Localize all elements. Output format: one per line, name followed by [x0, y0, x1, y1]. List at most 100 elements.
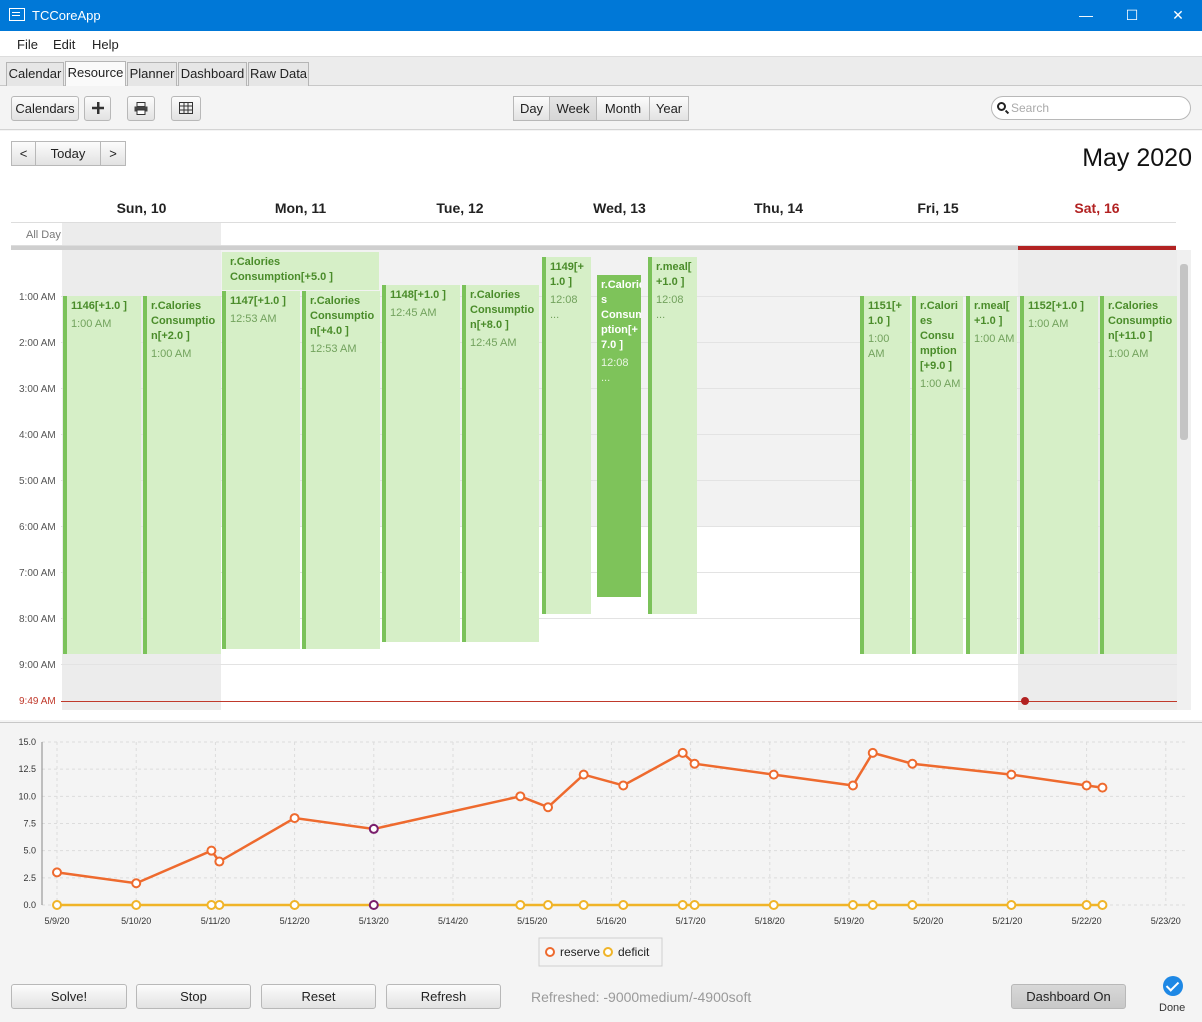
reserve-point	[907, 758, 918, 769]
hour-label: 2:00 AM	[19, 338, 56, 349]
event-time: 1:00 AM	[868, 333, 890, 360]
calendar-event[interactable]: 1147[+1.0 ] 12:53 AM	[222, 291, 300, 649]
search-placeholder: Search	[1011, 101, 1050, 115]
view-week-button[interactable]: Week	[549, 96, 597, 121]
current-time-dot	[1021, 697, 1029, 705]
view-day-button[interactable]: Day	[513, 96, 550, 121]
calendar-event[interactable]: 1148[+1.0 ] 12:45 AM	[382, 285, 460, 642]
event-time: 12:08 ...	[656, 294, 684, 321]
all-day-shade	[62, 223, 221, 245]
x-tick-label: 5/9/20	[44, 916, 69, 926]
tab-dashboard[interactable]: Dashboard	[178, 62, 247, 86]
refresh-button[interactable]: Refresh	[386, 984, 501, 1009]
event-time: 12:45 AM	[390, 307, 437, 319]
tab-planner[interactable]: Planner	[127, 62, 177, 86]
reserve-point	[847, 780, 858, 791]
today-button[interactable]: Today	[35, 141, 101, 166]
event-time: 12:45 AM	[470, 337, 517, 349]
y-tick-label: 2.5	[23, 873, 36, 883]
day-header-mon[interactable]: Mon, 11	[221, 200, 380, 216]
event-title: r.Calories Consumptio n[+8.0 ]	[470, 289, 535, 331]
day-header-fri[interactable]: Fri, 15	[858, 200, 1018, 216]
x-axis-ticks: 5/9/20 5/10/20 5/11/20 5/12/20 5/13/20 5/14/2…	[44, 916, 1180, 926]
next-button[interactable]: >	[100, 141, 126, 166]
hour-label: 7:00 AM	[19, 568, 56, 579]
calendar-scrollbar[interactable]	[1177, 250, 1191, 710]
reserve-point	[677, 747, 688, 758]
menu-help[interactable]: Help	[92, 37, 119, 52]
deficit-point	[515, 900, 526, 910]
menu-bar: File Edit Help	[0, 31, 1202, 57]
window-title: TCCoreApp	[32, 8, 101, 23]
menu-file[interactable]: File	[17, 37, 38, 52]
hour-line	[61, 664, 1177, 665]
solve-button[interactable]: Solve!	[11, 984, 127, 1009]
maximize-button[interactable]: ☐	[1109, 0, 1155, 31]
deficit-point	[847, 900, 858, 910]
dashboard-toggle[interactable]: Dashboard On	[1011, 984, 1126, 1009]
deficit-point	[907, 900, 918, 910]
reserve-point	[1081, 780, 1092, 791]
table-icon	[179, 102, 193, 114]
y-axis-ticks: 0.0 2.5 5.0 7.5 10.0 12.5 15.0	[18, 737, 36, 910]
y-tick-label: 5.0	[23, 846, 36, 856]
calendar-event[interactable]: 1149[+ 1.0 ] 12:08 ...	[542, 257, 591, 614]
calendar-event[interactable]: 1152[+1.0 ] 1:00 AM	[1020, 296, 1098, 654]
prev-button[interactable]: <	[11, 141, 36, 166]
calendar-event[interactable]: r.Calories Consumptio n[+8.0 ] 12:45 AM	[462, 285, 539, 642]
event-title: 1148[+1.0 ]	[390, 289, 446, 301]
calendar-event[interactable]: r.meal[ +1.0 ] 12:08 ...	[648, 257, 697, 614]
done-label: Done	[1159, 1002, 1186, 1014]
deficit-point	[543, 900, 554, 910]
table-view-button[interactable]	[171, 96, 201, 121]
print-button[interactable]	[127, 96, 155, 121]
scrollbar-thumb[interactable]	[1180, 264, 1188, 440]
search-field[interactable]: Search	[991, 96, 1191, 120]
menu-edit[interactable]: Edit	[53, 37, 75, 52]
reset-button[interactable]: Reset	[261, 984, 376, 1009]
hour-label: 6:00 AM	[19, 522, 56, 533]
reserve-point	[131, 878, 142, 889]
calendar-event[interactable]: r.Calories Consumptio n[+11.0 ] 1:00 AM	[1100, 296, 1177, 654]
deficit-point	[131, 900, 142, 910]
day-header-tue[interactable]: Tue, 12	[380, 200, 540, 216]
calendar-event-selected[interactable]: r.Calorie s Consum ption[+ 7.0 ] 12:08 ..…	[597, 275, 641, 597]
event-title: 1151[+ 1.0 ]	[868, 300, 902, 327]
day-header-sun[interactable]: Sun, 10	[62, 200, 221, 216]
tab-calendar[interactable]: Calendar	[6, 62, 64, 86]
minimize-button[interactable]: —	[1063, 0, 1109, 31]
x-tick-label: 5/21/20	[992, 916, 1022, 926]
day-header-wed[interactable]: Wed, 13	[540, 200, 699, 216]
close-button[interactable]: ✕	[1155, 0, 1201, 31]
x-tick-label: 5/20/20	[913, 916, 943, 926]
deficit-point	[689, 900, 700, 910]
legend-reserve-label: reserve	[560, 945, 600, 959]
view-year-button[interactable]: Year	[649, 96, 689, 121]
now-time-label: 9:49 AM	[19, 696, 56, 707]
all-day-row[interactable]: All Day	[11, 222, 1176, 246]
event-title: r.Calori es Consu mption [+9.0 ]	[920, 300, 958, 372]
day-header-thu[interactable]: Thu, 14	[699, 200, 858, 216]
tab-raw-data[interactable]: Raw Data	[248, 62, 309, 86]
stop-button[interactable]: Stop	[136, 984, 251, 1009]
calendar-event[interactable]: 1146[+1.0 ] 1:00 AM	[63, 296, 141, 654]
x-tick-label: 5/19/20	[834, 916, 864, 926]
calendar-event[interactable]: r.Calories Consumption[+5.0 ]	[222, 252, 379, 290]
event-title: r.Calorie s Consum ption[+ 7.0 ]	[601, 279, 641, 351]
view-month-button[interactable]: Month	[596, 96, 650, 121]
week-grid[interactable]: 1:00 AM 2:00 AM 3:00 AM 4:00 AM 5:00 AM …	[11, 250, 1177, 710]
calendar-event[interactable]: r.meal[ +1.0 ] 1:00 AM	[966, 296, 1017, 654]
deficit-point	[368, 900, 379, 910]
hour-label: 3:00 AM	[19, 384, 56, 395]
calendar-event[interactable]: 1151[+ 1.0 ] 1:00 AM	[860, 296, 910, 654]
add-button[interactable]	[84, 96, 111, 121]
calendar-event[interactable]: r.Calori es Consu mption [+9.0 ] 1:00 AM	[912, 296, 963, 654]
tab-resource[interactable]: Resource	[65, 61, 126, 86]
calendar-event[interactable]: r.Calories Consumptio n[+2.0 ] 1:00 AM	[143, 296, 221, 654]
reserve-point	[515, 791, 526, 802]
calendars-button[interactable]: Calendars	[11, 96, 79, 121]
y-tick-label: 7.5	[23, 819, 36, 829]
calendar-event[interactable]: r.Calories Consumptio n[+4.0 ] 12:53 AM	[302, 291, 380, 649]
day-header-sat[interactable]: Sat, 16	[1018, 200, 1176, 216]
reserve-point	[867, 747, 878, 758]
